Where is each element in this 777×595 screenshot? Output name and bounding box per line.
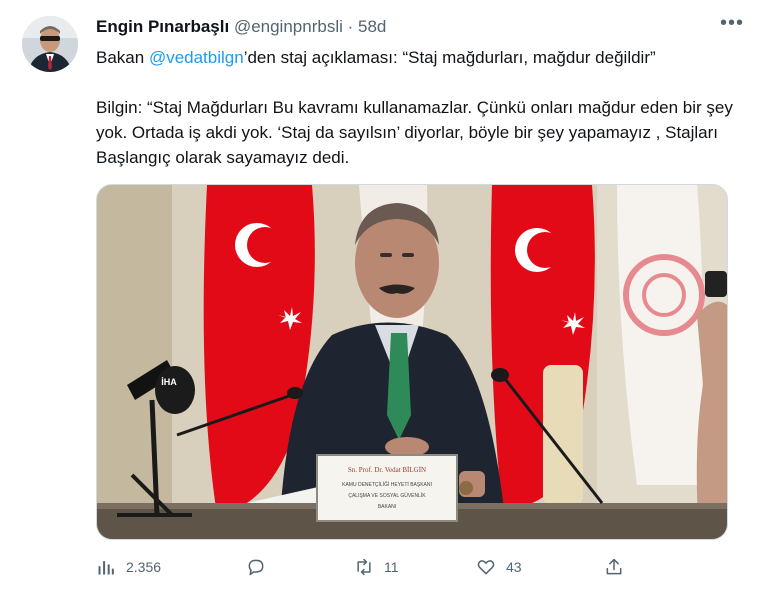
reply-icon (248, 559, 264, 576)
mic-flag-iha (155, 366, 195, 414)
retweet-button[interactable]: 11 (354, 552, 399, 582)
reply-button[interactable] (246, 552, 276, 582)
tweet-timestamp[interactable]: 58d (358, 17, 386, 36)
mention-link[interactable]: @vedatbilgn (149, 48, 244, 67)
mic-flag-label: İHA (161, 377, 177, 387)
analytics-icon (98, 561, 114, 575)
nameplate-name: Sn. Prof. Dr. Vedat BİLGİN (348, 466, 426, 474)
tweet-body: Bilgin: “Staj Mağdurları Bu kavramı kull… (96, 98, 733, 167)
like-button[interactable]: 43 (476, 552, 522, 582)
tweet-photo[interactable]: Sn. Prof. Dr. Vedat BİLGİN KAMU DENETÇİL… (96, 184, 728, 540)
wristwatch (459, 481, 473, 495)
nameplate-line3: BAKANI (378, 504, 396, 510)
views-count: 2.356 (126, 559, 162, 575)
author-avatar[interactable] (22, 16, 78, 72)
retweets-count: 11 (384, 559, 399, 575)
text-suffix: ’den staj açıklaması: “Staj mağdurları, … (243, 48, 656, 67)
share-icon (606, 558, 622, 575)
more-options-icon[interactable]: ••• (715, 10, 749, 40)
views-button[interactable]: 2.356 (96, 552, 161, 582)
author-name[interactable]: Engin Pınarbaşlı (96, 17, 229, 36)
tweet-actions: 2.356 11 43 (96, 552, 656, 582)
nameplate-line1: KAMU DENETÇİLİĞİ HEYETİ BAŞKANI (342, 481, 432, 488)
author-handle[interactable]: @enginpnrbsli (234, 17, 343, 36)
separator: · (347, 17, 354, 36)
retweet-icon (357, 558, 371, 576)
nameplate-line2: ÇALIŞMA VE SOSYAL GÜVENLİK (348, 492, 426, 499)
tweet-header: Engin Pınarbaşlı @enginpnrbsli · 58d (96, 17, 757, 41)
photo-scene: Sn. Prof. Dr. Vedat BİLGİN KAMU DENETÇİL… (97, 185, 727, 539)
likes-count: 43 (506, 559, 522, 575)
heart-icon (477, 560, 495, 575)
share-button[interactable] (604, 552, 634, 582)
avatar-image (22, 16, 78, 72)
nameplate (316, 454, 458, 522)
text-prefix: Bakan (96, 48, 149, 67)
tweet-headline: Bakan @vedatbilgn’den staj açıklaması: “… (96, 45, 746, 70)
tweet-text: Bakan @vedatbilgn’den staj açıklaması: “… (96, 45, 746, 170)
